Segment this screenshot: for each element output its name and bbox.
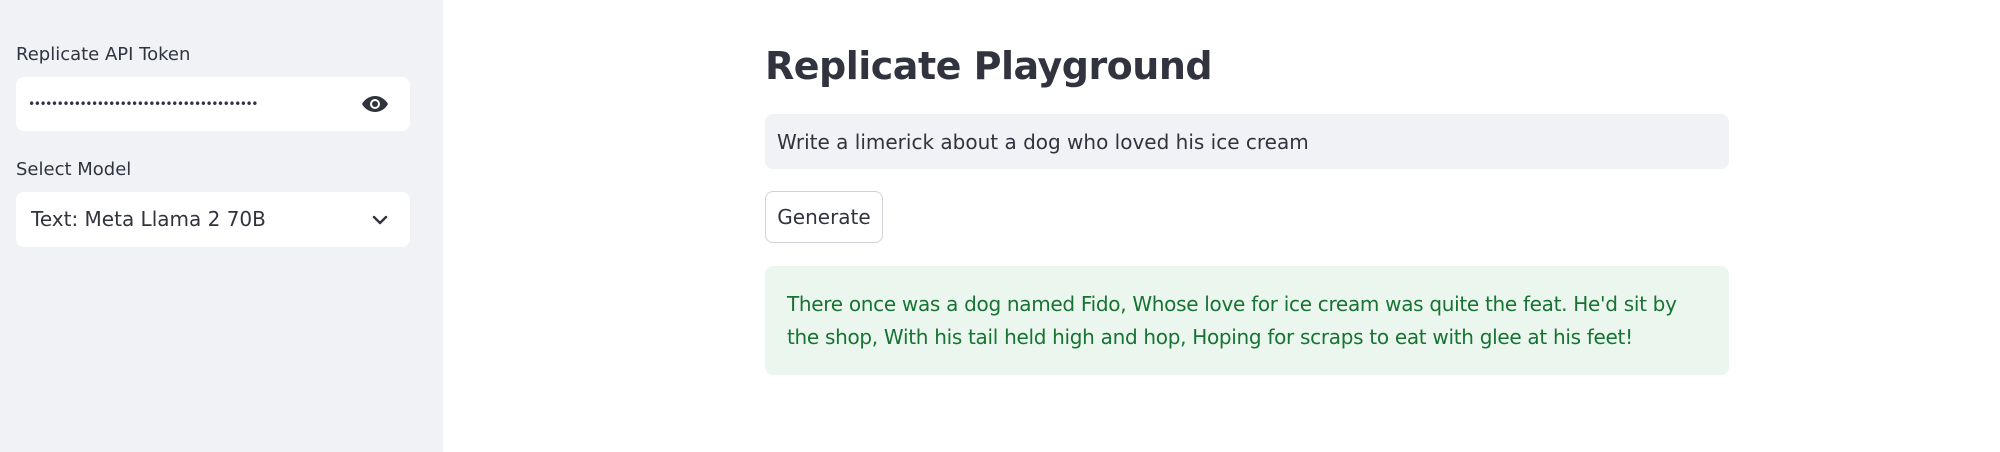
chevron-down-icon bbox=[372, 215, 388, 225]
model-select[interactable]: Text: Meta Llama 2 70B bbox=[16, 192, 410, 247]
model-select-value: Text: Meta Llama 2 70B bbox=[31, 207, 266, 231]
page-title: Replicate Playground bbox=[765, 44, 1213, 88]
result-text: There once was a dog named Fido, Whose l… bbox=[787, 292, 1677, 349]
main-content: Replicate Playground Generate There once… bbox=[443, 0, 2000, 452]
eye-icon[interactable] bbox=[360, 90, 390, 118]
result-alert: There once was a dog named Fido, Whose l… bbox=[765, 266, 1729, 375]
select-model-label: Select Model bbox=[16, 159, 132, 180]
prompt-field[interactable] bbox=[765, 114, 1729, 169]
app-root: Replicate API Token Select Model Text: M… bbox=[0, 0, 2000, 452]
sidebar: Replicate API Token Select Model Text: M… bbox=[0, 0, 443, 452]
api-token-input[interactable] bbox=[28, 77, 348, 131]
prompt-input[interactable] bbox=[777, 114, 1717, 169]
api-token-label: Replicate API Token bbox=[16, 44, 191, 65]
generate-button[interactable]: Generate bbox=[765, 191, 883, 243]
api-token-field[interactable] bbox=[16, 77, 410, 131]
